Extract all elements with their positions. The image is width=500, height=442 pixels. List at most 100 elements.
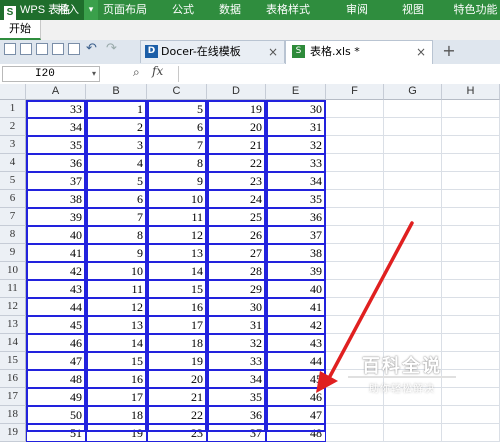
row-header[interactable]: 17 xyxy=(0,388,26,406)
table-cell[interactable]: 6 xyxy=(147,118,207,136)
table-cell[interactable]: 8 xyxy=(147,154,207,172)
table-cell[interactable] xyxy=(442,208,500,226)
table-cell[interactable] xyxy=(384,406,442,424)
table-cell[interactable]: 12 xyxy=(147,226,207,244)
table-cell[interactable]: 11 xyxy=(86,280,147,298)
table-cell[interactable] xyxy=(384,190,442,208)
table-cell[interactable]: 3 xyxy=(86,136,147,154)
table-cell[interactable] xyxy=(442,244,500,262)
table-cell[interactable]: 27 xyxy=(207,244,266,262)
table-cell[interactable]: 33 xyxy=(26,100,86,118)
select-all-corner[interactable] xyxy=(0,84,26,100)
table-cell[interactable]: 30 xyxy=(207,298,266,316)
row-header[interactable]: 6 xyxy=(0,190,26,208)
column-header[interactable]: A xyxy=(26,84,86,100)
table-cell[interactable]: 28 xyxy=(207,262,266,280)
table-cell[interactable]: 23 xyxy=(147,424,207,442)
table-cell[interactable]: 18 xyxy=(86,406,147,424)
table-cell[interactable]: 45 xyxy=(26,316,86,334)
table-cell[interactable]: 7 xyxy=(147,136,207,154)
table-cell[interactable]: 9 xyxy=(147,172,207,190)
table-cell[interactable]: 13 xyxy=(147,244,207,262)
column-header[interactable]: H xyxy=(442,84,500,100)
table-cell[interactable] xyxy=(442,172,500,190)
table-cell[interactable]: 11 xyxy=(147,208,207,226)
table-cell[interactable]: 48 xyxy=(266,424,326,442)
table-cell[interactable] xyxy=(326,100,384,118)
table-cell[interactable]: 6 xyxy=(86,190,147,208)
table-cell[interactable]: 35 xyxy=(207,388,266,406)
table-cell[interactable]: 10 xyxy=(147,190,207,208)
table-cell[interactable]: 18 xyxy=(147,334,207,352)
table-cell[interactable]: 13 xyxy=(86,316,147,334)
table-cell[interactable]: 17 xyxy=(147,316,207,334)
table-cell[interactable]: 19 xyxy=(147,352,207,370)
table-cell[interactable] xyxy=(326,172,384,190)
table-cell[interactable] xyxy=(326,154,384,172)
table-cell[interactable]: 40 xyxy=(26,226,86,244)
table-cell[interactable]: 48 xyxy=(26,370,86,388)
table-cell[interactable] xyxy=(442,280,500,298)
column-header[interactable]: F xyxy=(326,84,384,100)
table-cell[interactable]: 16 xyxy=(86,370,147,388)
table-cell[interactable] xyxy=(326,118,384,136)
row-header[interactable]: 18 xyxy=(0,406,26,424)
table-cell[interactable]: 44 xyxy=(26,298,86,316)
row-header[interactable]: 14 xyxy=(0,334,26,352)
table-cell[interactable]: 51 xyxy=(26,424,86,442)
table-cell[interactable]: 14 xyxy=(86,334,147,352)
table-cell[interactable]: 9 xyxy=(86,244,147,262)
table-cell[interactable]: 20 xyxy=(147,370,207,388)
table-cell[interactable]: 15 xyxy=(147,280,207,298)
table-cell[interactable] xyxy=(326,136,384,154)
table-cell[interactable]: 22 xyxy=(207,154,266,172)
column-header[interactable]: E xyxy=(266,84,326,100)
table-cell[interactable]: 2 xyxy=(86,118,147,136)
row-header[interactable]: 3 xyxy=(0,136,26,154)
row-header[interactable]: 2 xyxy=(0,118,26,136)
table-cell[interactable] xyxy=(442,298,500,316)
table-cell[interactable]: 36 xyxy=(207,406,266,424)
table-cell[interactable] xyxy=(384,136,442,154)
table-cell[interactable] xyxy=(442,226,500,244)
table-cell[interactable] xyxy=(442,154,500,172)
table-cell[interactable]: 47 xyxy=(26,352,86,370)
column-header[interactable]: G xyxy=(384,84,442,100)
table-cell[interactable]: 1 xyxy=(86,100,147,118)
table-cell[interactable]: 47 xyxy=(266,406,326,424)
table-cell[interactable]: 46 xyxy=(26,334,86,352)
table-cell[interactable]: 15 xyxy=(86,352,147,370)
table-cell[interactable]: 14 xyxy=(147,262,207,280)
table-cell[interactable] xyxy=(384,118,442,136)
table-cell[interactable] xyxy=(442,190,500,208)
row-header[interactable]: 4 xyxy=(0,154,26,172)
table-cell[interactable]: 41 xyxy=(26,244,86,262)
row-header[interactable]: 16 xyxy=(0,370,26,388)
row-header[interactable]: 11 xyxy=(0,280,26,298)
table-cell[interactable]: 8 xyxy=(86,226,147,244)
table-cell[interactable]: 31 xyxy=(266,118,326,136)
table-cell[interactable]: 10 xyxy=(86,262,147,280)
table-cell[interactable]: 21 xyxy=(147,388,207,406)
table-cell[interactable]: 43 xyxy=(26,280,86,298)
table-cell[interactable]: 36 xyxy=(26,154,86,172)
row-header[interactable]: 15 xyxy=(0,352,26,370)
table-cell[interactable]: 33 xyxy=(266,154,326,172)
table-cell[interactable]: 34 xyxy=(207,370,266,388)
table-cell[interactable]: 29 xyxy=(207,280,266,298)
table-cell[interactable] xyxy=(384,154,442,172)
table-cell[interactable]: 30 xyxy=(266,100,326,118)
table-cell[interactable] xyxy=(442,406,500,424)
table-cell[interactable] xyxy=(384,172,442,190)
table-cell[interactable]: 38 xyxy=(26,190,86,208)
row-header[interactable]: 1 xyxy=(0,100,26,118)
table-cell[interactable]: 19 xyxy=(207,100,266,118)
table-cell[interactable]: 42 xyxy=(26,262,86,280)
table-cell[interactable]: 34 xyxy=(26,118,86,136)
table-cell[interactable] xyxy=(442,118,500,136)
row-header[interactable]: 10 xyxy=(0,262,26,280)
row-header[interactable]: 13 xyxy=(0,316,26,334)
table-cell[interactable]: 50 xyxy=(26,406,86,424)
table-cell[interactable]: 19 xyxy=(86,424,147,442)
table-cell[interactable]: 49 xyxy=(26,388,86,406)
